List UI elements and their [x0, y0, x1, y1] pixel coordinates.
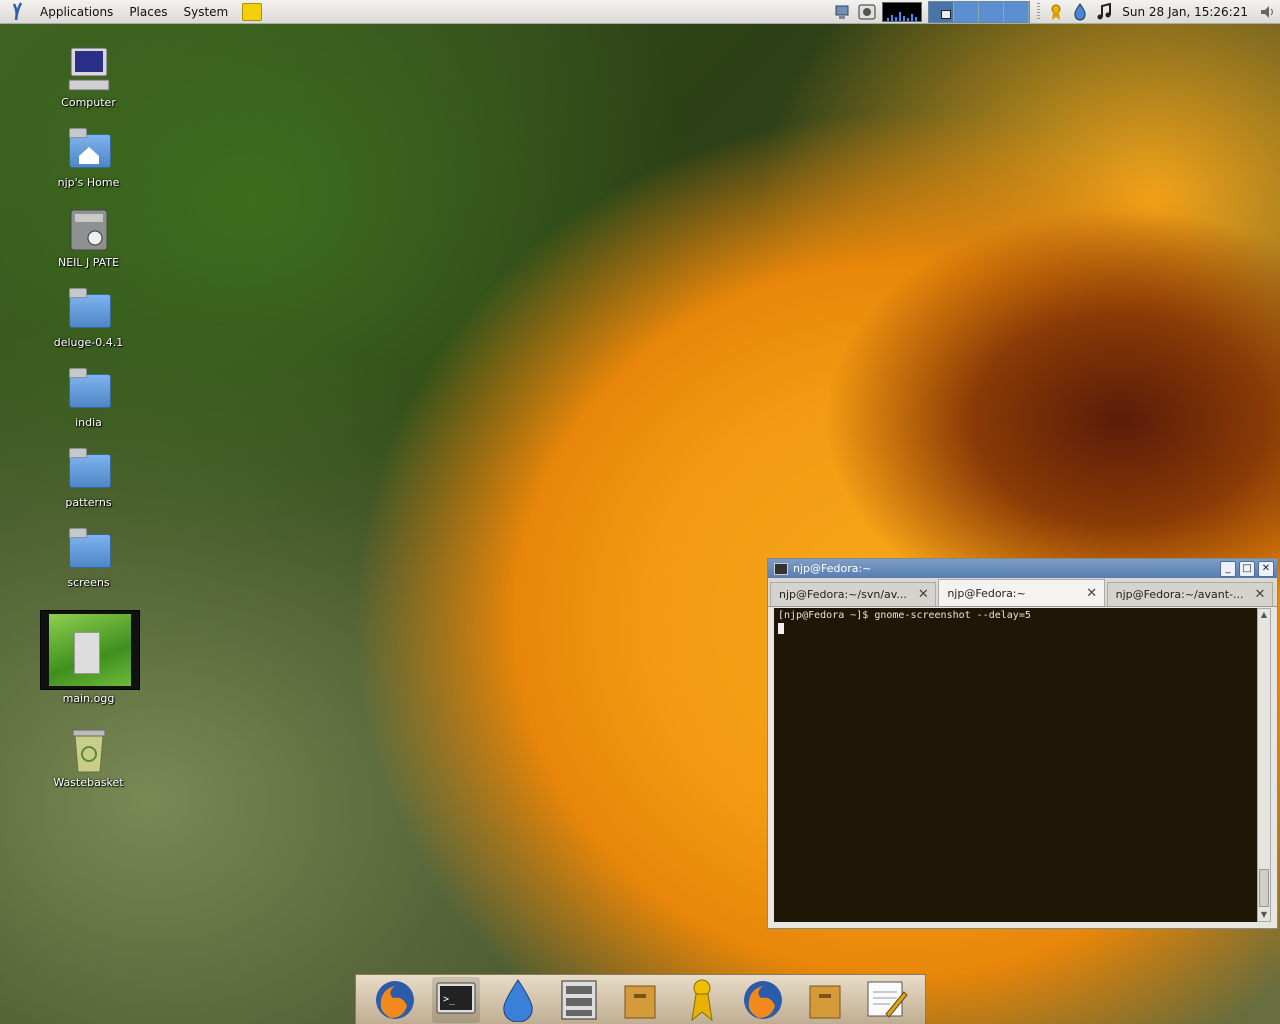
home-folder-icon [65, 126, 113, 174]
tab-label: njp@Fedora:~/svn/av... [779, 588, 907, 601]
system-monitor-graph[interactable] [882, 2, 923, 22]
terminal-tab[interactable]: njp@Fedora:~/avant-... ✕ [1106, 582, 1273, 606]
desktop-icon-label: Computer [61, 96, 116, 109]
window-title: njp@Fedora:~ [793, 562, 872, 575]
terminal-cursor [778, 623, 784, 634]
applications-menu[interactable]: Applications [32, 0, 121, 24]
scroll-up-arrow-icon[interactable]: ▲ [1258, 609, 1270, 621]
terminal-tab[interactable]: njp@Fedora:~/svn/av... ✕ [770, 582, 937, 606]
terminal-tabs: njp@Fedora:~/svn/av... ✕ njp@Fedora:~ ✕ … [768, 578, 1277, 607]
desktop-icon-label: india [75, 416, 102, 429]
folder-icon [65, 526, 113, 574]
workspace-switcher[interactable] [928, 1, 1031, 23]
close-tab-icon[interactable]: ✕ [1254, 587, 1266, 602]
music-note-icon[interactable] [1095, 3, 1113, 21]
desktop-icon-label: main.ogg [62, 692, 115, 705]
workspace-1[interactable] [929, 2, 955, 22]
terminal-icon [774, 562, 788, 575]
desktop-icon-home[interactable]: njp's Home [40, 126, 137, 189]
workspace-3[interactable] [979, 2, 1005, 22]
fedora-logo-icon[interactable] [8, 1, 28, 22]
terminal-output[interactable]: [njp@Fedora ~]$ gnome-screenshot --delay… [774, 608, 1258, 922]
workspace-4[interactable] [1004, 2, 1030, 22]
minimize-button[interactable]: _ [1220, 560, 1236, 577]
firefox-icon[interactable] [371, 977, 419, 1023]
workspace-2[interactable] [954, 2, 980, 22]
close-button[interactable]: ✕ [1258, 560, 1274, 577]
desktop-icon-drive[interactable]: NEIL J PATE [40, 206, 137, 269]
close-tab-icon[interactable]: ✕ [1086, 586, 1098, 601]
archive-icon[interactable] [616, 977, 664, 1023]
clock[interactable]: Sun 28 Jan, 15:26:21 [1116, 5, 1256, 19]
folder-icon [65, 286, 113, 334]
computer-icon [65, 46, 113, 94]
network-icon[interactable] [834, 3, 852, 21]
tab-label: njp@Fedora:~ [947, 586, 1026, 600]
places-menu[interactable]: Places [121, 0, 175, 24]
desktop-icon-folder[interactable]: patterns [40, 446, 137, 509]
waterdrop-icon[interactable] [1071, 3, 1089, 21]
system-tray: Sun 28 Jan, 15:26:21 [831, 0, 1280, 24]
terminal-line: [njp@Fedora ~]$ gnome-screenshot --delay… [778, 610, 1031, 621]
desktop-icon-label: NEIL J PATE [57, 256, 120, 269]
maximize-button[interactable]: □ [1239, 560, 1255, 577]
desktop-icon-video[interactable]: main.ogg [40, 610, 140, 705]
desktop-icon-folder[interactable]: deluge-0.4.1 [40, 286, 137, 349]
window-titlebar[interactable]: njp@Fedora:~ _ □ ✕ [768, 559, 1277, 578]
desktop-icon-label: patterns [65, 496, 112, 509]
archive-icon[interactable] [801, 977, 849, 1023]
desktop-icon-label: deluge-0.4.1 [53, 336, 124, 349]
waterdrop-icon[interactable] [494, 977, 542, 1023]
desktop-icon-folder[interactable]: india [40, 366, 137, 429]
terminal-window[interactable]: njp@Fedora:~ _ □ ✕ njp@Fedora:~/svn/av..… [767, 558, 1278, 929]
award-icon[interactable] [678, 977, 726, 1023]
video-thumbnail-icon [40, 610, 140, 690]
panel-separator [1037, 3, 1041, 21]
volume-icon[interactable] [1259, 3, 1277, 21]
close-tab-icon[interactable]: ✕ [917, 587, 929, 602]
desktop-icon-folder[interactable]: screens [40, 526, 137, 589]
removable-drive-icon [65, 206, 113, 254]
award-icon[interactable] [1047, 3, 1065, 21]
desktop-icon-label: njp's Home [57, 176, 120, 189]
desktop-icon-wastebasket[interactable]: Wastebasket [40, 726, 137, 789]
scrollbar-thumb[interactable] [1259, 869, 1269, 907]
trash-icon [65, 726, 113, 774]
folder-icon [65, 446, 113, 494]
terminal-icon[interactable]: >_ [432, 976, 481, 1023]
dock: >_ [355, 974, 926, 1024]
screenshot-icon[interactable] [858, 3, 876, 21]
svg-text:>_: >_ [443, 994, 456, 1005]
folder-icon [65, 366, 113, 414]
sticky-notes-icon[interactable] [242, 2, 263, 21]
system-menu[interactable]: System [175, 0, 236, 24]
desktop-icon-computer[interactable]: Computer [40, 46, 137, 109]
desktop-icon-label: Wastebasket [53, 776, 124, 789]
top-panel: Applications Places System Sun 28 Jan, 1 [0, 0, 1280, 24]
desktop-icon-label: screens [67, 576, 110, 589]
firefox-icon[interactable] [739, 977, 787, 1023]
terminal-tab-active[interactable]: njp@Fedora:~ ✕ [938, 579, 1105, 606]
terminal-scrollbar[interactable]: ▲ ▼ [1257, 608, 1271, 922]
text-editor-icon[interactable] [862, 977, 910, 1023]
tab-label: njp@Fedora:~/avant-... [1115, 588, 1244, 601]
scroll-down-arrow-icon[interactable]: ▼ [1258, 909, 1270, 921]
file-cabinet-icon[interactable] [555, 977, 603, 1023]
